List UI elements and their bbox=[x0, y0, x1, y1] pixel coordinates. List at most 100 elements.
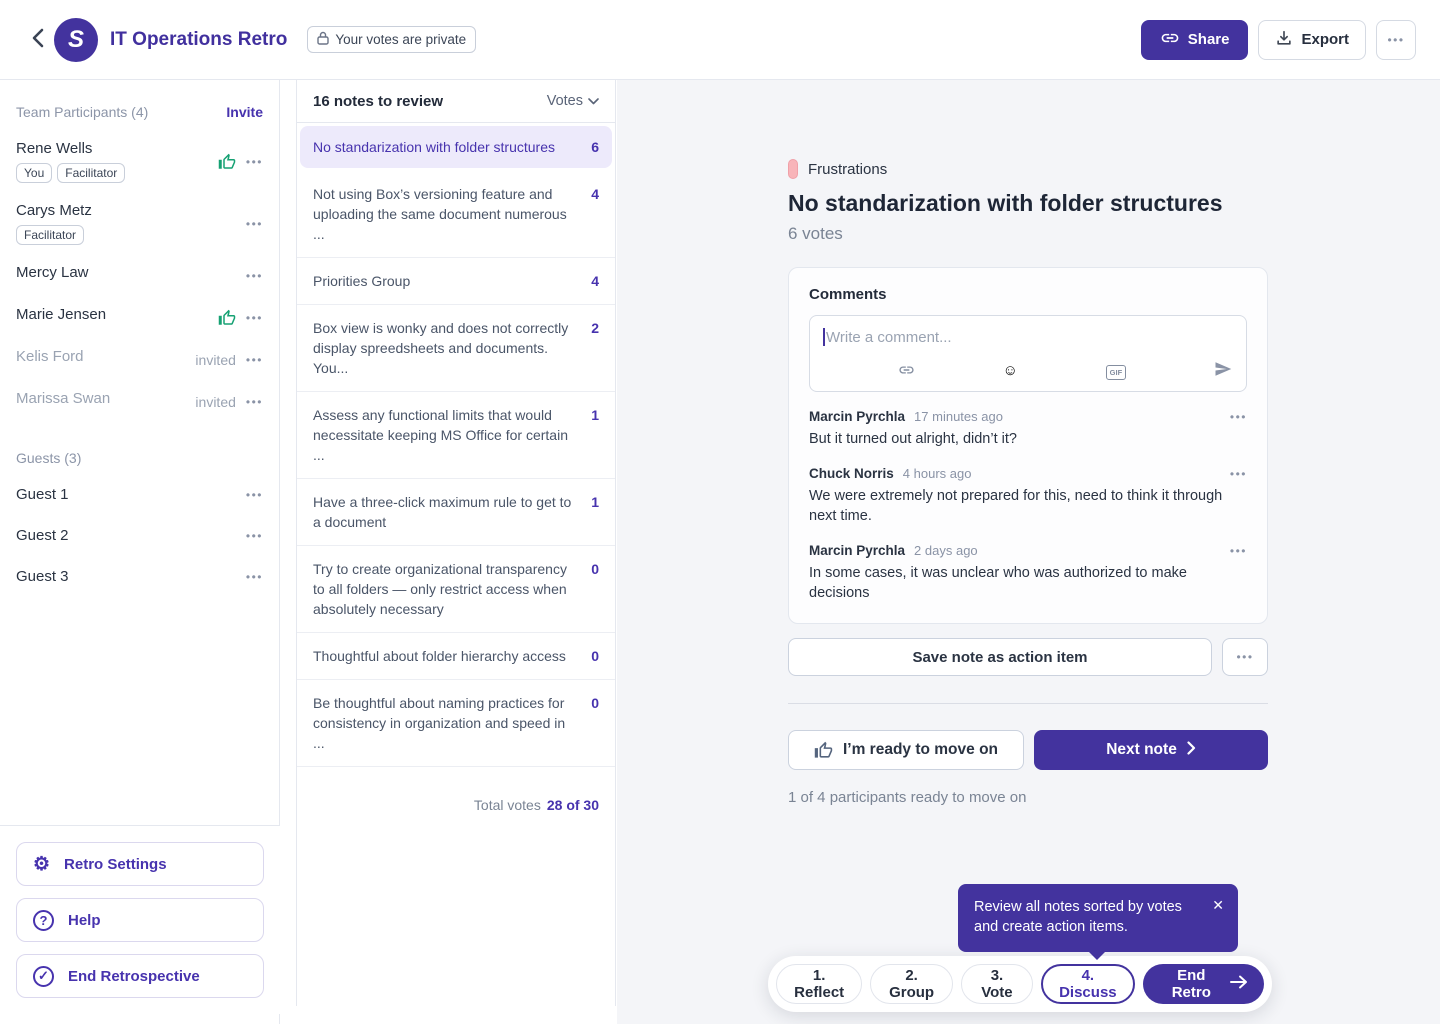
send-icon bbox=[1214, 360, 1232, 381]
category-row: Frustrations bbox=[788, 159, 1268, 179]
participant-row: Marissa Swan invited bbox=[16, 390, 263, 413]
note-text: Not using Box’s versioning feature and u… bbox=[313, 184, 579, 244]
invite-button[interactable]: Invite bbox=[226, 104, 263, 120]
comment-text: In some cases, it was unclear who was au… bbox=[809, 563, 1247, 603]
lock-icon bbox=[317, 31, 329, 48]
total-votes-label: Total votes bbox=[474, 797, 541, 813]
note-text: Have a three-click maximum rule to get t… bbox=[313, 492, 579, 532]
ellipsis-icon bbox=[1236, 651, 1253, 663]
note-text: Box view is wonky and does not correctly… bbox=[313, 318, 579, 378]
note-list-item[interactable]: Have a three-click maximum rule to get t… bbox=[297, 479, 615, 546]
participant-menu-button[interactable] bbox=[246, 268, 263, 283]
retro-settings-button[interactable]: Retro Settings bbox=[16, 842, 264, 886]
share-button[interactable]: Share bbox=[1141, 20, 1249, 60]
sidebar-footer: Retro Settings Help End Retrospective bbox=[0, 825, 280, 1014]
close-tooltip-button[interactable] bbox=[1212, 897, 1224, 913]
guest-name: Guest 2 bbox=[16, 527, 69, 544]
notes-panel: 16 notes to review Votes No standarizati… bbox=[296, 80, 616, 1006]
page-title: IT Operations Retro bbox=[110, 29, 287, 51]
help-button[interactable]: Help bbox=[16, 898, 264, 942]
back-button[interactable] bbox=[24, 20, 52, 60]
note-text: Be thoughtful about naming practices for… bbox=[313, 693, 579, 753]
phase-step-button[interactable]: 1. Reflect bbox=[776, 964, 862, 1004]
comment-item: Marcin Pyrchla 2 days ago In some cases,… bbox=[809, 543, 1247, 603]
phase-step-button[interactable]: 4. Discuss bbox=[1041, 964, 1135, 1004]
note-list-item[interactable]: Priorities Group 4 bbox=[297, 258, 615, 305]
end-retro-button[interactable]: End Retro bbox=[1143, 964, 1264, 1004]
next-note-label: Next note bbox=[1106, 741, 1177, 759]
phase-step-button[interactable]: 3. Vote bbox=[961, 964, 1033, 1004]
header-more-button[interactable] bbox=[1376, 20, 1416, 60]
end-retrospective-button[interactable]: End Retrospective bbox=[16, 954, 264, 998]
save-action-row: Save note as action item bbox=[788, 638, 1268, 676]
comment-menu-button[interactable] bbox=[1230, 409, 1247, 424]
participant-row: Mercy Law bbox=[16, 264, 263, 287]
guest-menu-button[interactable] bbox=[246, 487, 263, 502]
guest-menu-button[interactable] bbox=[246, 528, 263, 543]
participant-menu-button[interactable] bbox=[246, 394, 263, 409]
ready-label: I’m ready to move on bbox=[843, 741, 998, 759]
note-list-item[interactable]: Not using Box’s versioning feature and u… bbox=[297, 171, 615, 258]
guest-row: Guest 1 bbox=[16, 486, 263, 503]
comment-author: Marcin Pyrchla bbox=[809, 543, 905, 558]
participant-menu-button[interactable] bbox=[246, 154, 263, 169]
top-header: S IT Operations Retro Your votes are pri… bbox=[0, 0, 1440, 80]
note-list-item[interactable]: No standarization with folder structures… bbox=[300, 126, 612, 168]
chevron-down-icon bbox=[588, 93, 599, 109]
comment-item: Marcin Pyrchla 17 minutes ago But it tur… bbox=[809, 409, 1247, 449]
app-window: S IT Operations Retro Your votes are pri… bbox=[0, 0, 1440, 1024]
note-vote-count: 1 bbox=[591, 405, 599, 425]
participants-header: Team Participants (4) bbox=[16, 104, 148, 120]
guest-menu-button[interactable] bbox=[246, 569, 263, 584]
arrow-right-icon bbox=[1230, 975, 1248, 993]
ellipsis-icon bbox=[1230, 467, 1247, 481]
comment-text: But it turned out alright, didn’t it? bbox=[809, 429, 1247, 449]
participant-badges: YouFacilitator bbox=[16, 163, 125, 183]
ready-to-move-on-button[interactable]: I’m ready to move on bbox=[788, 730, 1024, 770]
note-list-item[interactable]: Thoughtful about folder hierarchy access… bbox=[297, 633, 615, 680]
sort-label: Votes bbox=[547, 93, 583, 109]
ellipsis-icon bbox=[246, 155, 263, 169]
comment-item: Chuck Norris 4 hours ago We were extreme… bbox=[809, 466, 1247, 526]
save-action-item-button[interactable]: Save note as action item bbox=[788, 638, 1212, 676]
participant-row: Kelis Ford invited bbox=[16, 348, 263, 371]
note-vote-count: 6 bbox=[591, 137, 599, 157]
comment-input[interactable] bbox=[810, 316, 1246, 354]
role-badge: Facilitator bbox=[16, 225, 84, 245]
comment-menu-button[interactable] bbox=[1230, 466, 1247, 481]
gif-button[interactable]: GIF bbox=[1106, 363, 1127, 378]
comment-composer: GIF bbox=[809, 315, 1247, 392]
note-more-button[interactable] bbox=[1222, 638, 1268, 676]
participant-menu-button[interactable] bbox=[246, 310, 263, 325]
ellipsis-icon bbox=[246, 488, 263, 502]
role-badge: You bbox=[16, 163, 52, 183]
ellipsis-icon bbox=[246, 570, 263, 584]
ellipsis-icon bbox=[1387, 34, 1404, 46]
export-label: Export bbox=[1301, 31, 1349, 48]
note-list-item[interactable]: Try to create organizational transparenc… bbox=[297, 546, 615, 633]
guest-name: Guest 1 bbox=[16, 486, 69, 503]
participant-row: Rene Wells YouFacilitator bbox=[16, 140, 263, 183]
end-retro-label: End Retro bbox=[1163, 967, 1220, 1001]
note-vote-count: 2 bbox=[591, 318, 599, 338]
participant-menu-button[interactable] bbox=[246, 216, 263, 231]
category-color-pill bbox=[788, 159, 798, 179]
comment-author: Marcin Pyrchla bbox=[809, 409, 905, 424]
participant-row: Marie Jensen bbox=[16, 306, 263, 329]
note-list-item[interactable]: Assess any functional limits that would … bbox=[297, 392, 615, 479]
export-button[interactable]: Export bbox=[1258, 20, 1366, 60]
comment-menu-button[interactable] bbox=[1230, 543, 1247, 558]
note-list-item[interactable]: Be thoughtful about naming practices for… bbox=[297, 680, 615, 767]
sort-dropdown[interactable]: Votes bbox=[547, 93, 599, 109]
phase-step-button[interactable]: 2. Group bbox=[870, 964, 953, 1004]
send-comment-button[interactable] bbox=[1214, 360, 1232, 381]
emoji-button[interactable] bbox=[1003, 363, 1018, 378]
note-list-item[interactable]: Box view is wonky and does not correctly… bbox=[297, 305, 615, 392]
participant-menu-button[interactable] bbox=[246, 352, 263, 367]
notes-panel-header: 16 notes to review Votes bbox=[297, 80, 615, 123]
download-icon bbox=[1275, 29, 1293, 51]
next-note-button[interactable]: Next note bbox=[1034, 730, 1268, 770]
note-text: Thoughtful about folder hierarchy access bbox=[313, 646, 579, 666]
attach-link-button[interactable] bbox=[898, 363, 915, 378]
note-vote-count: 0 bbox=[591, 693, 599, 713]
